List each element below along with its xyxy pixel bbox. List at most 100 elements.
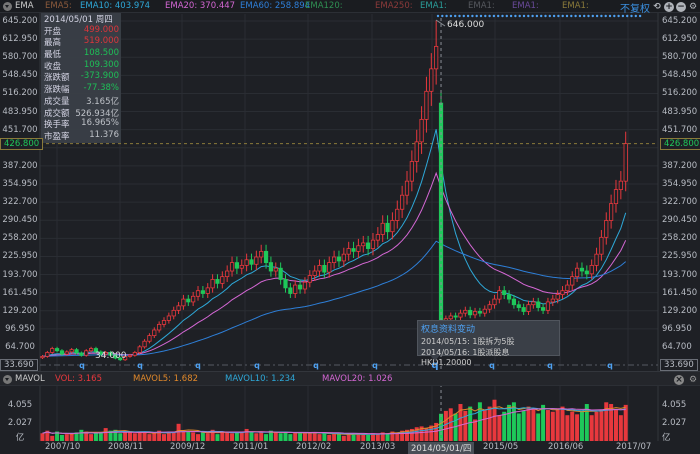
candle: [356, 245, 361, 252]
volume-bar: [594, 411, 599, 441]
volume-bar: [497, 415, 502, 441]
volume-bar: [375, 434, 380, 441]
candle: [395, 208, 400, 221]
candle: [560, 290, 565, 296]
adjust-marker-dot: [441, 14, 444, 18]
adjust-marker-dot: [561, 14, 564, 18]
info-row: 成交额 526.934亿: [41, 107, 121, 119]
panel-settings-icon[interactable]: ⚙: [688, 375, 698, 385]
low-marker: 34.000: [95, 351, 127, 361]
candle: [268, 262, 274, 272]
volume-bar: [123, 431, 128, 441]
info-key: 最高: [44, 38, 62, 49]
adjust-marker-dot: [462, 14, 465, 18]
price-axis-label: 548.450: [2, 70, 38, 81]
candle: [536, 301, 541, 308]
candle: [225, 270, 230, 278]
candle: [40, 355, 45, 359]
candle: [288, 287, 293, 294]
candle: [370, 239, 376, 249]
dividend-marker-icon[interactable]: q: [195, 361, 201, 370]
candle: [429, 68, 434, 92]
volume-bar: [191, 432, 196, 441]
candle: [195, 290, 201, 297]
candle: [317, 265, 322, 272]
volume-bar: [181, 430, 186, 441]
candle: [366, 242, 371, 249]
info-key: 开盘: [44, 26, 62, 37]
current-price-left: 426.800: [0, 138, 44, 150]
adjust-marker-dot: [475, 14, 478, 18]
dividend-marker-icon[interactable]: q: [372, 361, 378, 370]
adjust-marker-dot: [604, 14, 607, 18]
candle: [181, 298, 186, 307]
volume-bar: [502, 411, 507, 441]
adjust-marker-dot: [570, 14, 573, 18]
adjust-marker-dot: [578, 14, 582, 18]
candle: [69, 349, 74, 353]
candle: [259, 250, 264, 258]
candle: [50, 348, 55, 353]
price-axis-label: 580.700: [2, 52, 38, 63]
candle: [526, 304, 531, 312]
dividend-marker-icon[interactable]: q: [137, 361, 143, 370]
adjust-marker-dot: [471, 14, 474, 18]
volume-indicator-name[interactable]: MAVOL: [15, 374, 45, 384]
volume-bar: [521, 410, 526, 441]
adjust-marker-dot: [583, 14, 586, 18]
volume-bar: [307, 433, 312, 441]
candle: [424, 90, 429, 120]
candle: [346, 248, 351, 255]
candle: [331, 256, 337, 264]
info-value: 16.965%: [81, 118, 119, 129]
info-value: -77.38%: [83, 83, 119, 94]
volume-bar: [264, 434, 269, 441]
info-row: 最高 519.000: [41, 36, 121, 48]
candle: [570, 276, 575, 286]
candle: [157, 323, 162, 331]
price-axis-label: 322.700: [2, 197, 38, 208]
low-price-left: 33.690: [0, 359, 38, 371]
info-value: 11.376: [89, 129, 119, 140]
volume-bar: [302, 432, 307, 441]
info-value: 109.300: [83, 59, 119, 70]
volume-bar: [239, 432, 244, 441]
candle: [477, 311, 483, 314]
volume-bar: [118, 433, 123, 441]
candle: [419, 118, 424, 143]
price-axis-label: 193.700: [2, 269, 38, 280]
candle: [604, 220, 609, 238]
volume-bar: [162, 434, 166, 441]
dividend-marker-icon[interactable]: q: [313, 361, 319, 370]
price-axis-label: 387.200: [662, 160, 698, 171]
candle: [623, 143, 628, 182]
candle: [584, 270, 589, 275]
volume-bar: [127, 432, 132, 441]
volume-bar: [477, 402, 482, 441]
close-panel-icon[interactable]: ×: [674, 375, 684, 385]
volume-bar: [89, 434, 94, 441]
volume-bar: [599, 410, 604, 441]
info-row: 涨跌额 -373.900: [41, 71, 121, 83]
price-axis-label: 580.700: [662, 52, 698, 63]
info-row: 换手率 16.965%: [41, 118, 121, 130]
dividend-marker-icon[interactable]: q: [254, 361, 260, 370]
dropdown-icon[interactable]: [3, 375, 12, 384]
price-axis-label: 96.950: [5, 323, 35, 334]
price-axis-label: 129.200: [2, 305, 38, 316]
price-axis-label: 612.950: [662, 34, 698, 45]
adjust-marker-dot: [613, 14, 616, 18]
adjust-marker-dot: [587, 14, 590, 18]
candle: [297, 284, 303, 290]
candle: [210, 279, 215, 289]
adjust-marker-dot: [479, 14, 483, 18]
candle: [497, 290, 502, 300]
dividend-marker-icon[interactable]: q: [607, 361, 613, 370]
candle: [263, 250, 269, 264]
price-axis-label: 225.950: [2, 251, 38, 262]
volume-bar: [215, 434, 220, 441]
dividend-marker-icon[interactable]: q: [79, 361, 85, 370]
date-axis-label: 2013/03: [360, 442, 396, 452]
volume-bar: [327, 434, 332, 441]
candle: [84, 350, 89, 356]
